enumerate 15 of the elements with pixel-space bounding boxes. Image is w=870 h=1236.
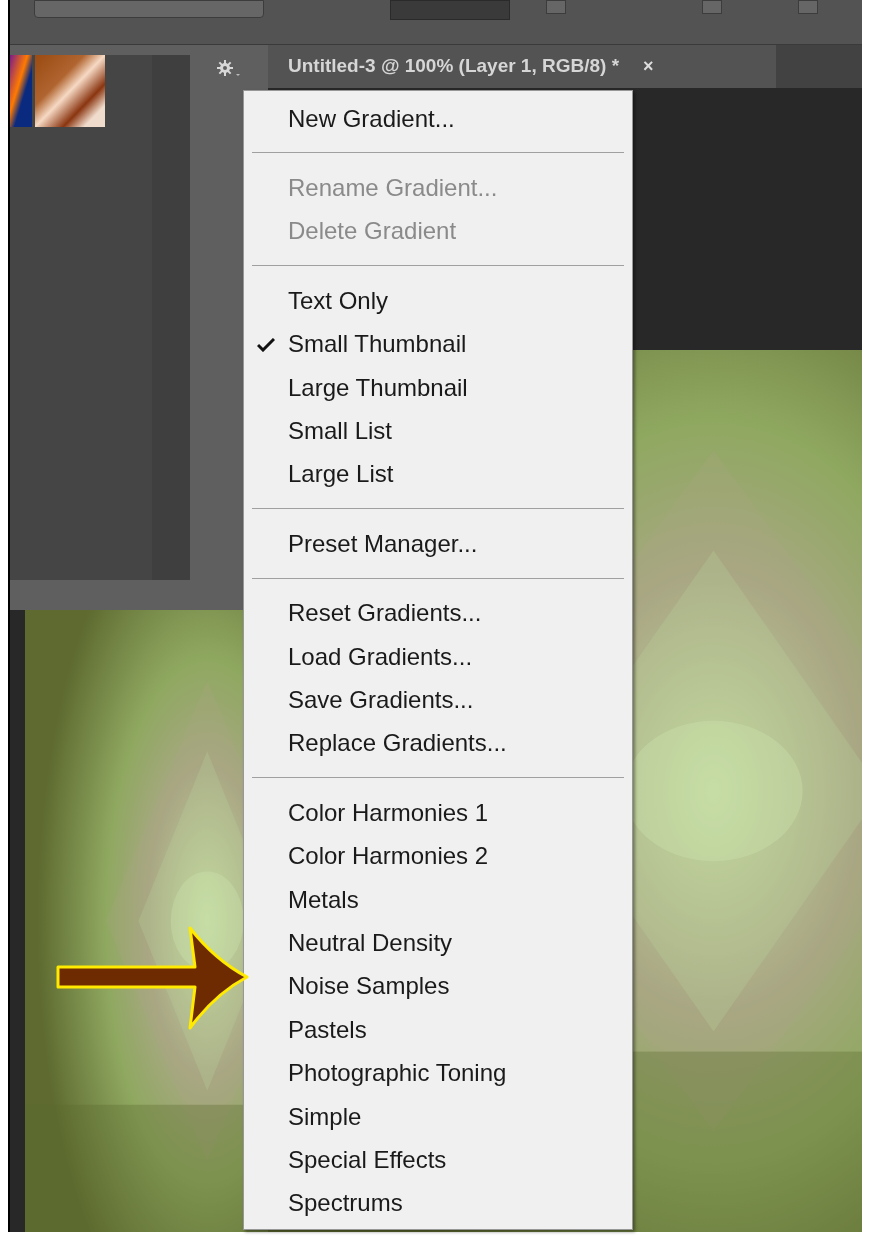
- document-tab[interactable]: Untitled-3 @ 100% (Layer 1, RGB/8) * ×: [268, 45, 776, 88]
- toolbar-button[interactable]: [798, 0, 818, 14]
- opacity-field[interactable]: [390, 0, 510, 20]
- gradient-swatch[interactable]: [10, 55, 32, 127]
- settings-icon[interactable]: [216, 59, 242, 77]
- gradient-swatch[interactable]: [35, 55, 105, 127]
- toolbar-button[interactable]: [702, 0, 722, 14]
- toolbar-button[interactable]: [546, 0, 566, 14]
- dropdown-field[interactable]: [34, 0, 264, 18]
- menu-item[interactable]: New Gradient...: [244, 97, 632, 141]
- close-button[interactable]: ×: [643, 53, 654, 80]
- scrollbar[interactable]: [152, 55, 190, 580]
- tab-title: Untitled-3 @ 100% (Layer 1, RGB/8) *: [288, 54, 620, 79]
- checkmark-icon: [257, 337, 275, 352]
- menu-item[interactable]: Text Only: [244, 279, 632, 323]
